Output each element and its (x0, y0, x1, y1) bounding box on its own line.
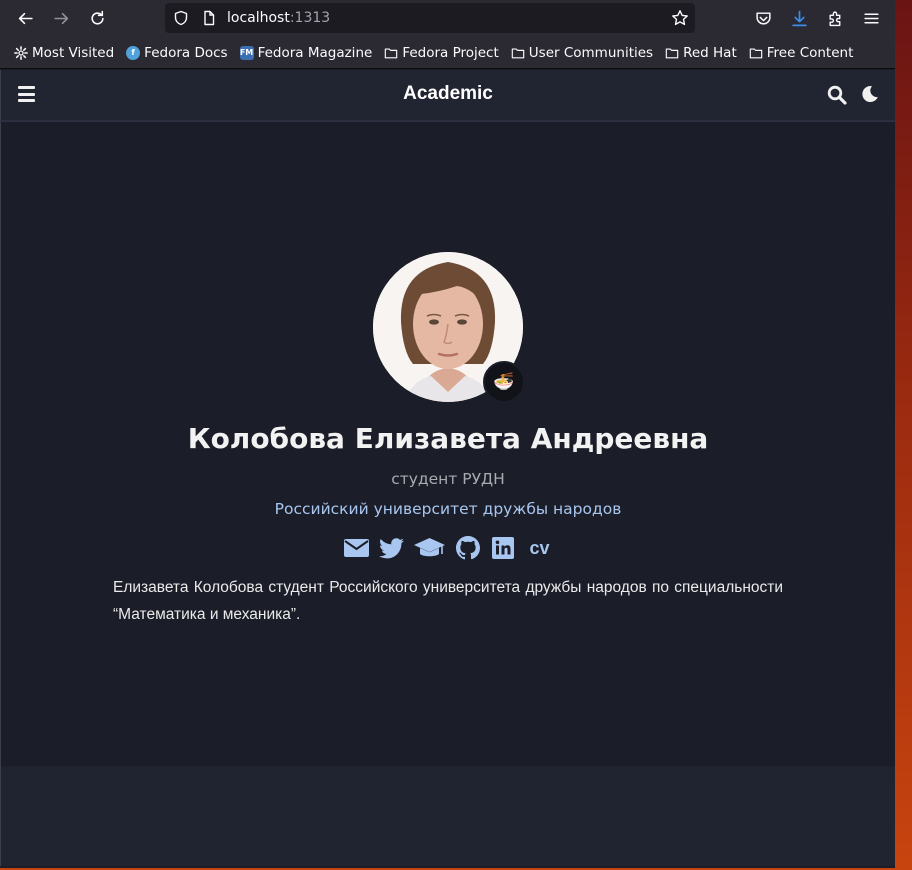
reload-icon (90, 10, 104, 25)
social-links: cv (1, 535, 895, 561)
fm-icon: FM (239, 45, 254, 60)
folder-icon (749, 47, 763, 58)
bookmark-user-communities[interactable]: User Communities (511, 45, 653, 61)
download-icon (791, 10, 807, 26)
page-icon[interactable] (201, 10, 217, 30)
search-icon[interactable] (827, 85, 847, 109)
linkedin-icon[interactable] (490, 535, 516, 561)
pocket-button[interactable] (751, 6, 775, 30)
github-icon[interactable] (455, 535, 481, 561)
url-host: localhost (227, 10, 290, 26)
bookmark-red-hat[interactable]: Red Hat (665, 45, 737, 61)
bookmark-most-visited[interactable]: Most Visited (14, 45, 114, 61)
fedora-icon: f (126, 45, 141, 60)
dark-mode-toggle-icon[interactable] (861, 85, 879, 107)
page-footer-area (0, 766, 895, 866)
puzzle-icon (828, 11, 840, 26)
bookmark-free-content[interactable]: Free Content (749, 44, 854, 61)
shield-icon[interactable] (173, 10, 189, 30)
bookmark-fedora-project[interactable]: Fedora Project (384, 44, 499, 61)
site-navbar: Academic (0, 70, 895, 122)
noodle-bowl-icon: 🍜 (493, 372, 515, 392)
site-brand[interactable]: Academic (1, 83, 895, 105)
url-port: :1313 (289, 10, 331, 26)
menu-icon (863, 13, 879, 23)
bookmark-label: Fedora Project (402, 44, 499, 61)
cv-icon[interactable]: cv (527, 535, 553, 561)
profile-organization[interactable]: Российский университет дружбы народов (1, 500, 895, 518)
bookmark-label: User Communities (528, 44, 654, 61)
downloads-button[interactable] (787, 6, 811, 30)
bookmark-star-icon[interactable] (671, 9, 689, 31)
bookmarks-toolbar: Most Visited f Fedora Docs FM Fedora Mag… (0, 37, 895, 69)
arrow-right-icon (53, 12, 68, 24)
bookmark-label: Most Visited (32, 44, 115, 61)
bookmark-fedora-docs[interactable]: f Fedora Docs (126, 44, 228, 61)
bookmark-label: Red Hat (683, 44, 737, 61)
arrow-left-icon (18, 12, 33, 24)
bookmark-fedora-magazine[interactable]: FM Fedora Magazine (239, 44, 373, 61)
profile-role: студент РУДН (391, 470, 505, 488)
profile-bio: Елизавета Колобова студент Российского у… (113, 579, 783, 623)
folder-icon (665, 47, 679, 58)
reload-button[interactable] (85, 6, 109, 30)
envelope-icon[interactable] (344, 535, 370, 561)
browser-window: localhost:1313 Most Visited f Fedora Doc… (0, 0, 895, 868)
back-button[interactable] (13, 6, 37, 30)
forward-button[interactable] (49, 6, 73, 30)
bookmark-label: Fedora Magazine (257, 44, 373, 61)
bookmark-label: Free Content (766, 44, 854, 61)
bookmark-label: Fedora Docs (144, 44, 228, 61)
web-page: Academic 🍜 Колобова Елизавета Андреевна … (0, 70, 895, 868)
url-text[interactable]: localhost:1313 (227, 10, 330, 26)
app-menu-button[interactable] (859, 6, 883, 30)
url-bar[interactable]: localhost:1313 (165, 3, 695, 33)
extensions-button[interactable] (823, 6, 847, 30)
pocket-icon (755, 11, 771, 25)
folder-icon (511, 47, 525, 58)
profile-name: Колобова Елизавета Андреевна (187, 422, 709, 455)
twitter-icon[interactable] (379, 535, 405, 561)
about-section: 🍜 Колобова Елизавета Андреевна студент Р… (0, 122, 895, 766)
browser-toolbar: localhost:1313 (0, 0, 895, 37)
graduation-cap-icon[interactable] (414, 535, 446, 561)
folder-icon (385, 47, 398, 58)
avatar-status-badge: 🍜 (483, 361, 525, 403)
gear-icon (14, 45, 28, 60)
